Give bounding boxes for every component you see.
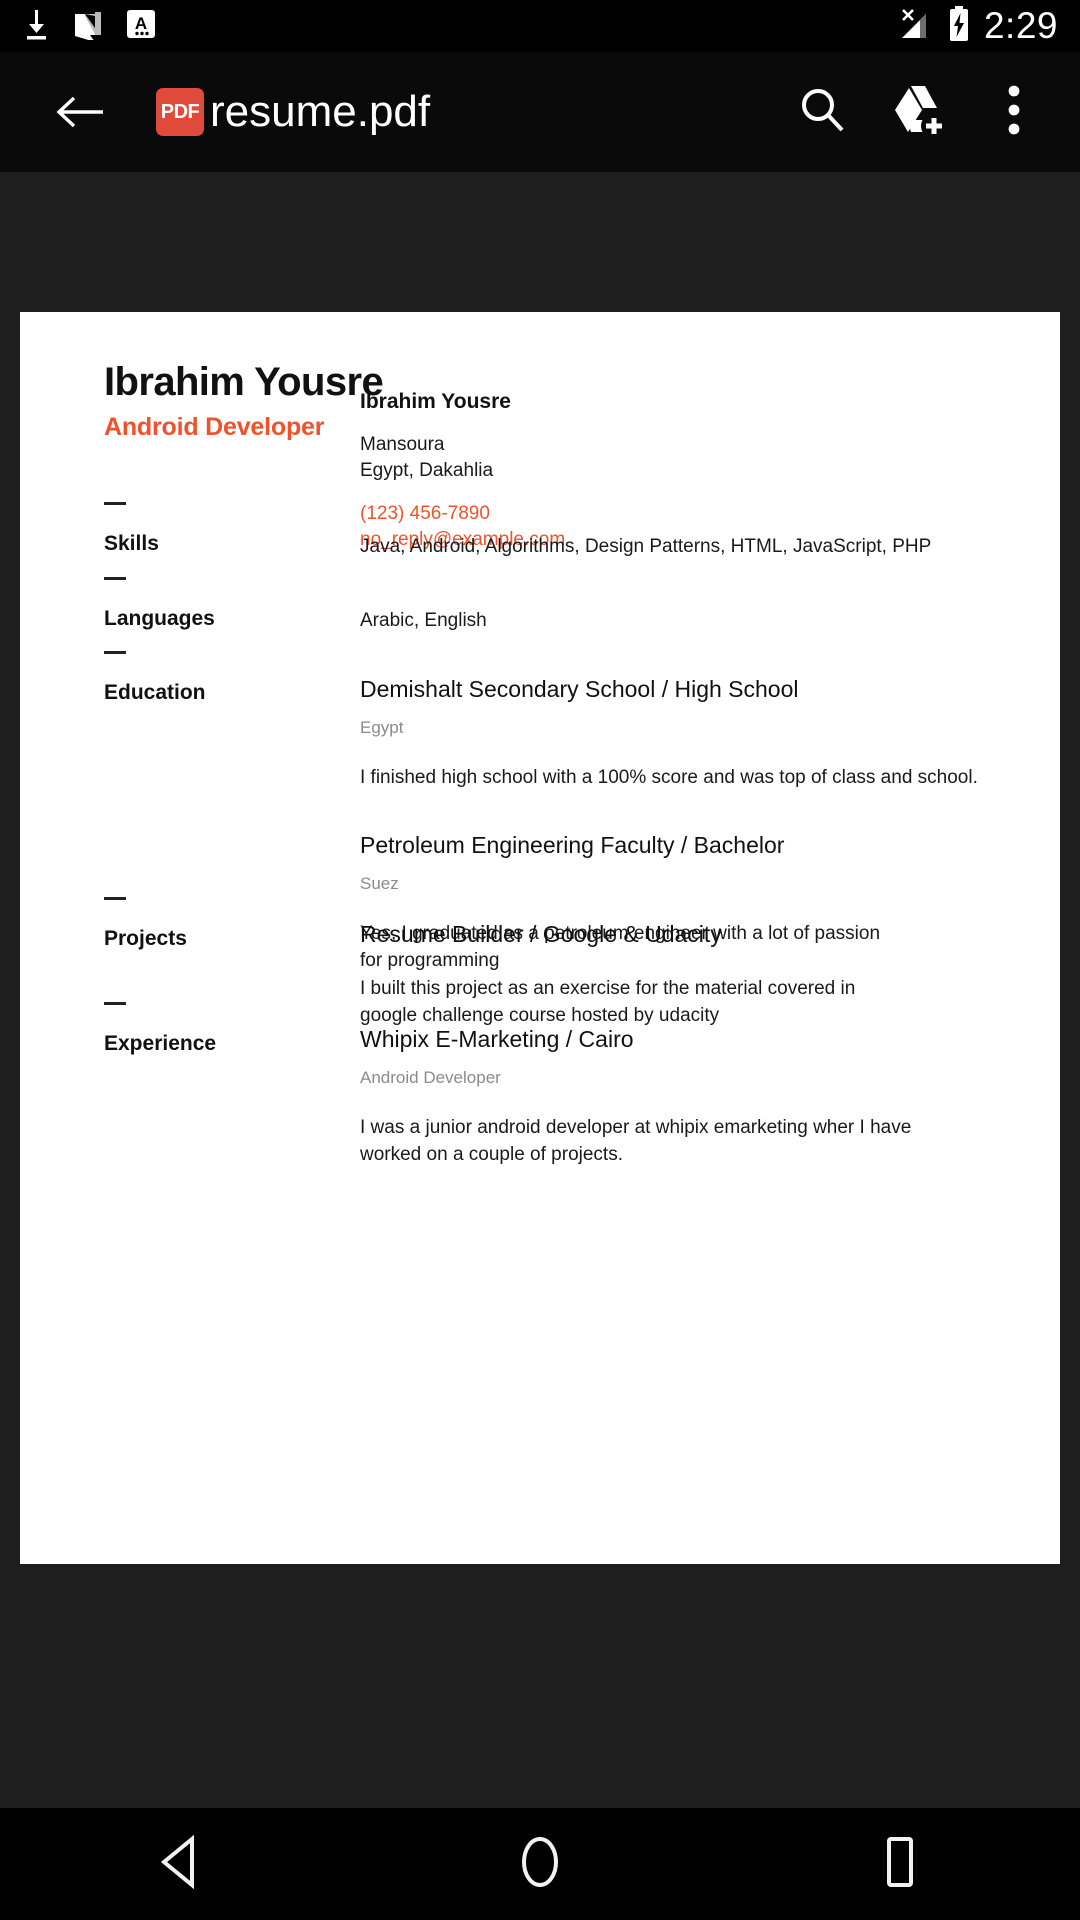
back-triangle-icon	[156, 1834, 204, 1894]
section-content-languages: Arabic, English	[360, 608, 980, 634]
section-divider-dash	[104, 651, 126, 654]
toolbar-actions	[774, 64, 1080, 160]
skills-text: Java, Android, Algorithms, Design Patter…	[360, 536, 932, 557]
more-options-button[interactable]	[966, 64, 1062, 160]
section-divider-dash	[104, 897, 126, 900]
search-button[interactable]	[774, 64, 870, 160]
contact-block: Ibrahim Yousre Mansoura Egypt, Dakahlia …	[360, 390, 980, 553]
download-icon	[22, 8, 50, 45]
section-divider-dash	[104, 577, 126, 580]
entry: Demishalt Secondary School / High School…	[360, 675, 980, 792]
section-label-experience: Experience	[104, 1002, 334, 1056]
contact-city: Mansoura	[360, 434, 445, 455]
status-bar-clock: 2:29	[983, 5, 1058, 46]
recents-square-icon	[878, 1835, 922, 1894]
entry-subtitle: Android Developer	[360, 1067, 501, 1087]
battery-charging-icon	[948, 5, 970, 47]
pdf-page: Ibrahim Yousre Android Developer Ibrahim…	[20, 312, 1060, 1564]
entry-title: Resume Builder / Google & Udacity	[360, 921, 722, 947]
nav-recents-button[interactable]	[825, 1808, 975, 1920]
pdf-viewer-canvas[interactable]: Ibrahim Yousre Android Developer Ibrahim…	[0, 172, 1080, 1808]
add-to-drive-button[interactable]	[870, 64, 966, 160]
languages-text: Arabic, English	[360, 610, 487, 631]
section-content-skills: Java, Android, Algorithms, Design Patter…	[360, 534, 980, 560]
section-title: Experience	[104, 1032, 217, 1055]
home-circle-icon	[514, 1833, 566, 1896]
section-label-projects: Projects	[104, 897, 334, 951]
contact-name: Ibrahim Yousre	[360, 390, 511, 413]
section-label-skills: Skills	[104, 502, 334, 556]
entry-description: I finished high school with a 100% score…	[360, 766, 978, 788]
android-nougat-icon	[72, 8, 104, 45]
section-label-languages: Languages	[104, 577, 334, 631]
nav-back-button[interactable]	[105, 1808, 255, 1920]
overflow-menu-icon	[1008, 84, 1020, 141]
entry-title: Demishalt Secondary School / High School	[360, 676, 799, 702]
resume-header: Ibrahim Yousre Android Developer	[104, 360, 384, 442]
drive-add-icon	[889, 81, 947, 144]
pdf-file-type-icon: PDF	[156, 88, 204, 136]
screen: A 2:29 PDF resume.pdf Ibrahim Yousre And…	[0, 0, 1080, 1920]
resume-role: Android Developer	[104, 413, 325, 441]
contact-region: Egypt, Dakahlia	[360, 459, 494, 481]
entry-title: Petroleum Engineering Faculty / Bachelor	[360, 831, 785, 858]
entry-subtitle: Egypt	[360, 717, 404, 737]
file-name-label: resume.pdf	[210, 87, 431, 136]
section-content-projects: Resume Builder / Google & Udacity I buil…	[360, 920, 980, 1030]
status-bar-right-icons: 2:29	[896, 5, 1080, 47]
keyboard-input-icon: A	[126, 9, 156, 44]
section-divider-dash	[104, 1002, 126, 1005]
section-title: Skills	[104, 532, 159, 555]
entry-description: I built this project as an exercise for …	[360, 977, 856, 1026]
section-title: Languages	[104, 607, 215, 630]
entry-title: Whipix E-Marketing / Cairo	[360, 1026, 634, 1052]
contact-phone[interactable]: (123) 456-7890	[360, 501, 980, 527]
status-bar-left-icons: A	[0, 8, 156, 45]
section-content-experience: Whipix E-Marketing / Cairo Android Devel…	[360, 1025, 980, 1169]
section-label-education: Education	[104, 651, 334, 705]
resume-name: Ibrahim Yousre	[104, 360, 384, 404]
entry-subtitle: Suez	[360, 873, 399, 893]
svg-text:A: A	[135, 14, 147, 33]
search-icon	[795, 83, 849, 142]
section-title: Projects	[104, 927, 187, 950]
file-title-group: PDF resume.pdf	[156, 87, 430, 137]
entry-description: I was a junior android developer at whip…	[360, 1116, 912, 1165]
section-divider-dash	[104, 502, 126, 505]
status-bar: A 2:29	[0, 0, 1080, 52]
entry: Resume Builder / Google & Udacity I buil…	[360, 920, 980, 1030]
no-signal-icon	[896, 7, 934, 46]
nav-home-button[interactable]	[465, 1808, 615, 1920]
section-title: Education	[104, 681, 206, 704]
app-toolbar: PDF resume.pdf	[0, 52, 1080, 172]
system-navigation-bar	[0, 1808, 1080, 1920]
back-button[interactable]	[50, 82, 110, 142]
entry: Whipix E-Marketing / Cairo Android Devel…	[360, 1025, 980, 1169]
